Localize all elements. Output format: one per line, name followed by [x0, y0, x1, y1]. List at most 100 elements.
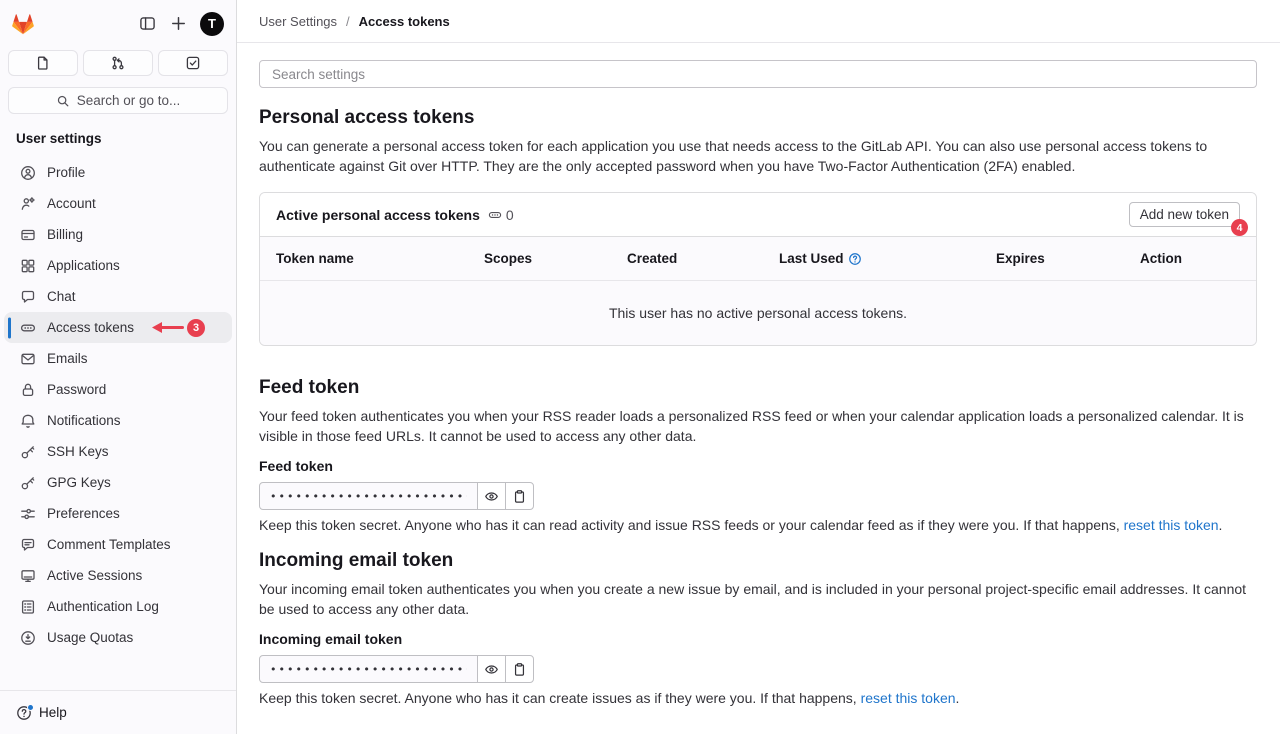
sidebar-item-ssh-keys[interactable]: SSH Keys — [4, 436, 232, 467]
sidebar-item-access-tokens[interactable]: Access tokens 3 — [4, 312, 232, 343]
sidebar-item-label: Comment Templates — [47, 537, 171, 552]
create-new-button[interactable] — [169, 15, 187, 33]
incoming-email-token-input[interactable] — [259, 655, 478, 683]
feed-token-note-text: Keep this token secret. Anyone who has i… — [259, 517, 1124, 533]
help-button[interactable]: Help — [0, 690, 236, 734]
search-settings-input[interactable] — [259, 60, 1257, 88]
incoming-email-token-copy-button[interactable] — [505, 655, 534, 683]
active-indicator — [8, 317, 11, 338]
add-new-token-button[interactable]: Add new token 4 — [1129, 202, 1240, 227]
sliders-icon — [20, 506, 36, 522]
active-tokens-title: Active personal access tokens 0 — [276, 207, 514, 223]
sidebar-toggle-button[interactable] — [138, 15, 156, 33]
column-action: Action — [1140, 251, 1240, 266]
help-icon — [16, 705, 32, 721]
feed-token-reveal-button[interactable] — [477, 482, 506, 510]
key-icon — [20, 475, 36, 491]
sidebar-item-gpg-keys[interactable]: GPG Keys — [4, 467, 232, 498]
sidebar-item-authentication-log[interactable]: Authentication Log — [4, 591, 232, 622]
column-token-name: Token name — [276, 251, 484, 266]
sidebar-item-label: Profile — [47, 165, 85, 180]
sidebar: T — [0, 0, 237, 734]
grid-icon — [20, 258, 36, 274]
sidebar-item-account[interactable]: Account — [4, 188, 232, 219]
main-area: User Settings / Access tokens Personal a… — [237, 0, 1280, 734]
sidebar-item-emails[interactable]: Emails — [4, 343, 232, 374]
feed-token-field-group — [259, 482, 1257, 510]
annotation-badge: 3 — [187, 319, 205, 337]
sidebar-item-label: Billing — [47, 227, 83, 242]
issues-icon — [35, 55, 51, 71]
credit-card-icon — [20, 227, 36, 243]
feed-token-input[interactable] — [259, 482, 478, 510]
incoming-email-token-reset-link[interactable]: reset this token — [861, 690, 956, 706]
envelope-icon — [20, 351, 36, 367]
sidebar-section-title: User settings — [0, 114, 236, 146]
sidebar-item-profile[interactable]: Profile — [4, 157, 232, 188]
sidebar-item-chat[interactable]: Chat — [4, 281, 232, 312]
personal-access-tokens-description: You can generate a personal access token… — [259, 136, 1257, 176]
account-icon — [20, 196, 36, 212]
notification-dot — [27, 704, 34, 711]
token-count: 0 — [488, 207, 514, 223]
sidebar-item-label: Authentication Log — [47, 599, 159, 614]
issues-shortcut-button[interactable] — [8, 50, 78, 76]
incoming-email-token-reveal-button[interactable] — [477, 655, 506, 683]
sidebar-item-label: Active Sessions — [47, 568, 142, 583]
incoming-email-token-field-label: Incoming email token — [259, 631, 1257, 647]
sidebar-item-label: Preferences — [47, 506, 120, 521]
key-icon — [20, 444, 36, 460]
todo-shortcut-button[interactable] — [158, 50, 228, 76]
sidebar-item-label: GPG Keys — [47, 475, 111, 490]
sidebar-item-password[interactable]: Password — [4, 374, 232, 405]
sidebar-shortcuts — [8, 50, 228, 76]
sidebar-item-preferences[interactable]: Preferences — [4, 498, 232, 529]
feed-token-description: Your feed token authenticates you when y… — [259, 406, 1257, 446]
sidebar-item-label: Usage Quotas — [47, 630, 133, 645]
question-circle-icon[interactable] — [848, 252, 862, 266]
clipboard-copy-icon — [512, 662, 527, 677]
sidebar-item-active-sessions[interactable]: Active Sessions — [4, 560, 232, 591]
column-last-used: Last Used — [779, 251, 996, 266]
log-list-icon — [20, 599, 36, 615]
sidebar-item-applications[interactable]: Applications — [4, 250, 232, 281]
feed-token-field-label: Feed token — [259, 458, 1257, 474]
feed-token-reset-link[interactable]: reset this token — [1124, 517, 1219, 533]
sidebar-item-notifications[interactable]: Notifications — [4, 405, 232, 436]
merge-request-icon — [110, 55, 126, 71]
sidebar-header-actions: T — [138, 12, 224, 36]
bell-icon — [20, 413, 36, 429]
active-tokens-card-header: Active personal access tokens 0 Add new … — [260, 193, 1256, 237]
search-or-go-to-button[interactable]: Search or go to... — [8, 87, 228, 114]
breadcrumb: User Settings / Access tokens — [237, 0, 1280, 43]
clipboard-copy-icon — [512, 489, 527, 504]
eye-icon — [484, 662, 499, 677]
feed-token-note-period: . — [1219, 517, 1223, 533]
sidebar-item-comment-templates[interactable]: Comment Templates — [4, 529, 232, 560]
personal-access-tokens-heading: Personal access tokens — [259, 106, 1257, 130]
help-label: Help — [39, 705, 67, 720]
sidebar-header: T — [0, 0, 236, 39]
active-tokens-card: Active personal access tokens 0 Add new … — [259, 192, 1257, 346]
sidebar-item-billing[interactable]: Billing — [4, 219, 232, 250]
quota-gauge-icon — [20, 630, 36, 646]
sidebar-item-usage-quotas[interactable]: Usage Quotas — [4, 622, 232, 653]
add-new-token-label: Add new token — [1140, 207, 1229, 222]
feed-token-note: Keep this token secret. Anyone who has i… — [259, 515, 1257, 535]
column-created: Created — [627, 251, 779, 266]
breadcrumb-user-settings[interactable]: User Settings — [259, 14, 337, 29]
feed-token-heading: Feed token — [259, 376, 1257, 400]
user-avatar[interactable]: T — [200, 12, 224, 36]
column-last-used-label: Last Used — [779, 251, 844, 266]
comment-template-icon — [20, 537, 36, 553]
merge-requests-shortcut-button[interactable] — [83, 50, 153, 76]
feed-token-copy-button[interactable] — [505, 482, 534, 510]
token-count-value: 0 — [506, 207, 514, 223]
app-window: T — [0, 0, 1280, 734]
tokens-table-header: Token name Scopes Created Last Used Expi… — [260, 237, 1256, 281]
incoming-email-token-field-group — [259, 655, 1257, 683]
sidebar-item-label: Emails — [47, 351, 88, 366]
gitlab-logo[interactable] — [10, 11, 36, 37]
sidebar-item-label: Notifications — [47, 413, 121, 428]
lock-icon — [20, 382, 36, 398]
